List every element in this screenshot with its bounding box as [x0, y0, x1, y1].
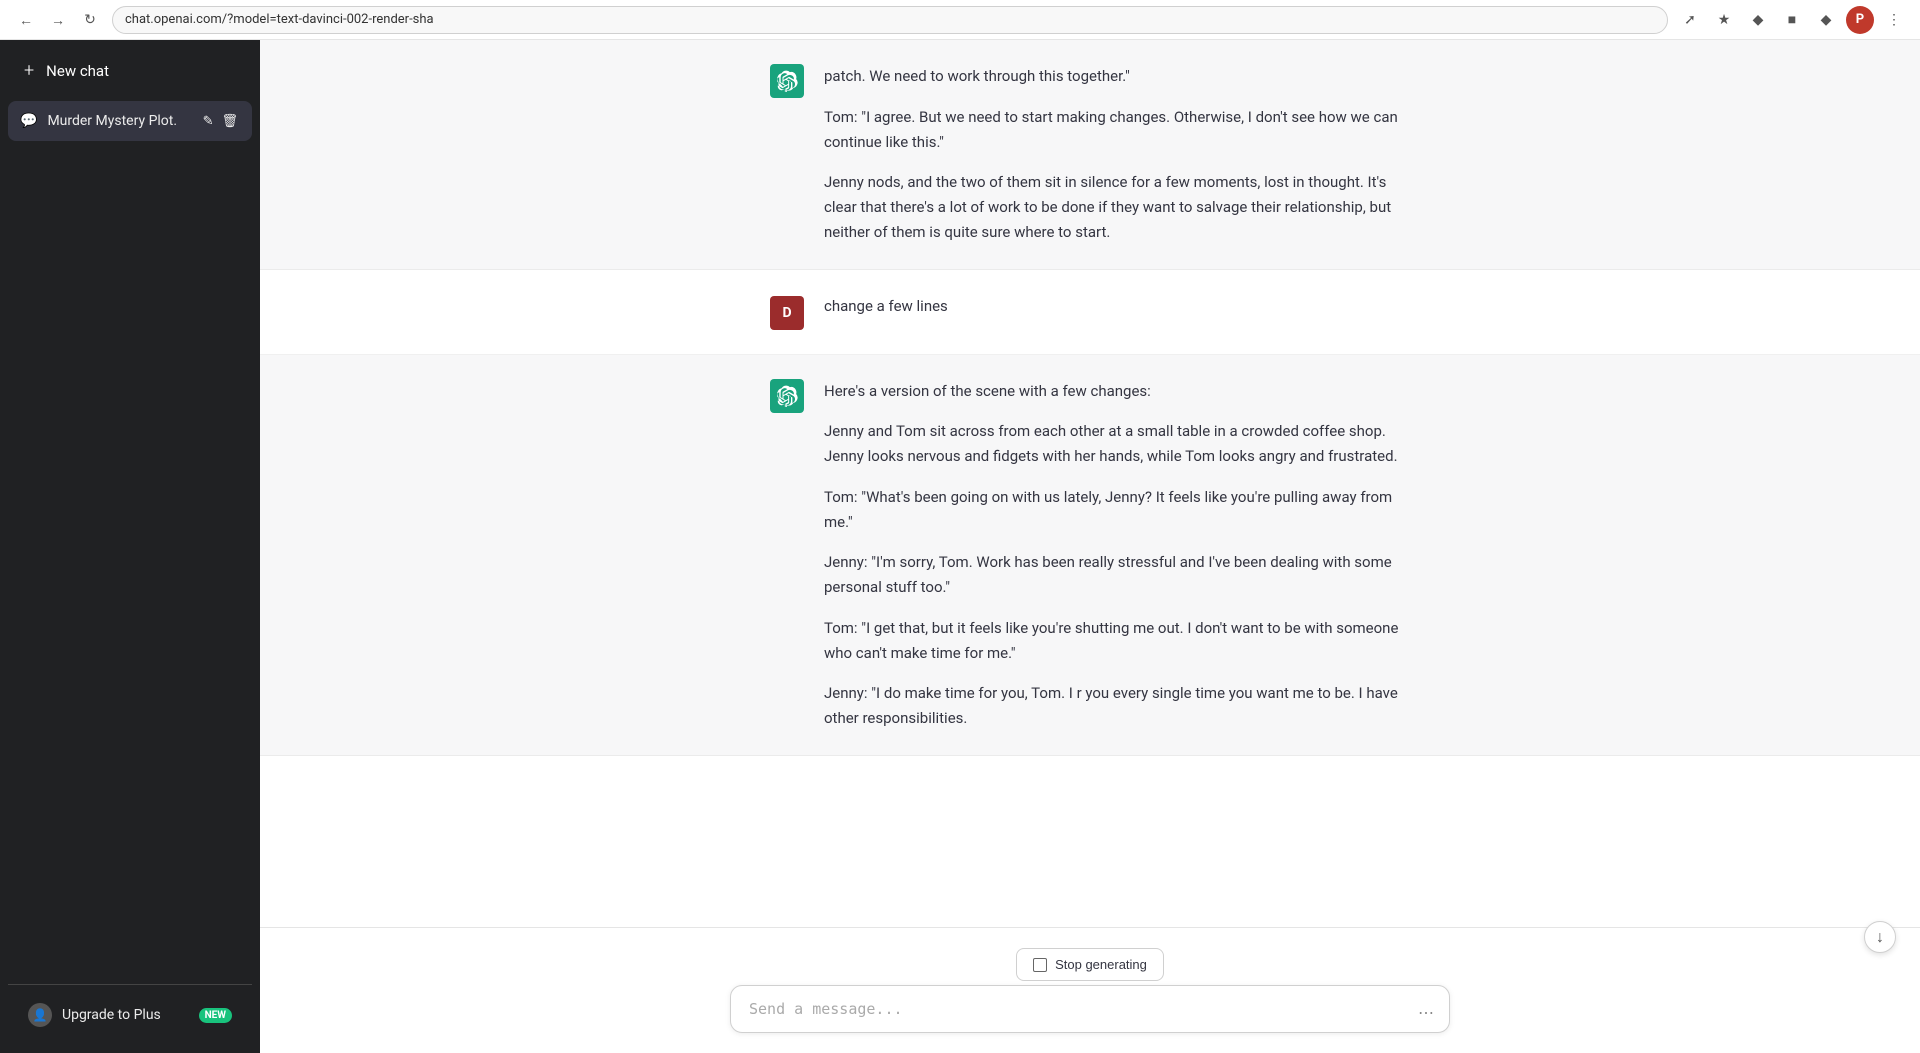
- stop-generating-label: Stop generating: [1055, 957, 1147, 972]
- message-inner-ai-2: Here's a version of the scene with a few…: [730, 379, 1450, 731]
- back-button[interactable]: ←: [12, 6, 40, 34]
- menu-icon[interactable]: ⋮: [1880, 6, 1908, 34]
- messages-container: patch. We need to work through this toge…: [260, 40, 1920, 927]
- profile-avatar[interactable]: P: [1846, 6, 1874, 34]
- ai-para-1-1: patch. We need to work through this toge…: [824, 64, 1410, 89]
- scroll-to-bottom-button[interactable]: ↓: [1864, 921, 1896, 953]
- openai-logo-2: [776, 385, 798, 407]
- user-avatar: D: [770, 296, 804, 330]
- user-message-text: change a few lines: [824, 294, 1410, 319]
- ai2-para-2: Jenny and Tom sit across from each other…: [824, 419, 1410, 469]
- extension2-icon[interactable]: ◆: [1812, 6, 1840, 34]
- message-input[interactable]: [730, 985, 1450, 1033]
- message-block-ai-2: Here's a version of the scene with a few…: [260, 355, 1920, 756]
- ai2-para-6: Jenny: "I do make time for you, Tom. I r…: [824, 681, 1410, 731]
- chat-area-wrapper: patch. We need to work through this toge…: [260, 40, 1920, 1053]
- upgrade-label: Upgrade to Plus: [62, 1007, 161, 1023]
- forward-button[interactable]: →: [44, 6, 72, 34]
- ai-avatar-2: [770, 379, 804, 413]
- chat-item-actions: ✎ 🗑: [201, 111, 240, 131]
- stop-generating-button[interactable]: Stop generating: [1016, 948, 1164, 981]
- share-icon[interactable]: ➚: [1676, 6, 1704, 34]
- user-icon: 👤: [28, 1003, 52, 1027]
- more-options-button[interactable]: ⋯: [1416, 1001, 1436, 1025]
- ai-para-1-3: Jenny nods, and the two of them sit in s…: [824, 170, 1410, 244]
- ai2-para-4: Jenny: "I'm sorry, Tom. Work has been re…: [824, 550, 1410, 600]
- input-container: ⋯: [730, 985, 1450, 1037]
- delete-chat-button[interactable]: 🗑: [219, 111, 240, 131]
- new-badge: NEW: [199, 1008, 232, 1023]
- chat-item-murder-mystery[interactable]: 💬 Murder Mystery Plot. ✎ 🗑: [8, 101, 252, 141]
- extensions-icon[interactable]: ◆: [1744, 6, 1772, 34]
- upgrade-to-plus-button[interactable]: 👤 Upgrade to Plus NEW: [16, 993, 244, 1037]
- input-area: Stop generating ⋯: [260, 927, 1920, 1053]
- ai-para-1-2: Tom: "I agree. But we need to start maki…: [824, 105, 1410, 155]
- input-actions: ⋯: [1416, 1001, 1436, 1025]
- openai-logo: [776, 70, 798, 92]
- stop-checkbox-icon: [1033, 958, 1047, 972]
- puzzle-icon[interactable]: ■: [1778, 6, 1806, 34]
- message-content-ai-2: Here's a version of the scene with a few…: [824, 379, 1410, 731]
- sidebar: + New chat 💬 Murder Mystery Plot. ✎ 🗑 👤 …: [0, 40, 260, 1053]
- new-chat-button[interactable]: + New chat: [8, 48, 252, 93]
- reload-button[interactable]: ↻: [76, 6, 104, 34]
- message-block-user: D change a few lines: [260, 270, 1920, 355]
- ai-avatar-1: [770, 64, 804, 98]
- chat-icon: 💬: [20, 113, 37, 129]
- user-avatar-letter: D: [782, 305, 791, 321]
- message-inner-user: D change a few lines: [730, 294, 1450, 330]
- plus-icon: +: [24, 60, 34, 81]
- topbar-icons: ➚ ★ ◆ ■ ◆ P ⋮: [1676, 6, 1908, 34]
- browser-topbar: ← → ↻ chat.openai.com/?model=text-davinc…: [0, 0, 1920, 40]
- sidebar-bottom: 👤 Upgrade to Plus NEW: [8, 984, 252, 1045]
- message-block-ai-1: patch. We need to work through this toge…: [260, 40, 1920, 270]
- stop-bar: Stop generating: [280, 940, 1900, 985]
- edit-chat-button[interactable]: ✎: [201, 111, 216, 131]
- main-layout: + New chat 💬 Murder Mystery Plot. ✎ 🗑 👤 …: [0, 40, 1920, 1053]
- chat-list: 💬 Murder Mystery Plot. ✎ 🗑: [8, 101, 252, 984]
- ai2-para-3: Tom: "What's been going on with us latel…: [824, 485, 1410, 535]
- address-bar[interactable]: chat.openai.com/?model=text-davinci-002-…: [112, 6, 1668, 34]
- nav-buttons: ← → ↻: [12, 6, 104, 34]
- url-text: chat.openai.com/?model=text-davinci-002-…: [125, 12, 434, 27]
- chat-item-label: Murder Mystery Plot.: [47, 113, 190, 129]
- ai2-para-1: Here's a version of the scene with a few…: [824, 379, 1410, 404]
- chat-area: patch. We need to work through this toge…: [260, 40, 1920, 1053]
- bookmark-icon[interactable]: ★: [1710, 6, 1738, 34]
- new-chat-label: New chat: [46, 62, 109, 80]
- message-content-ai-1: patch. We need to work through this toge…: [824, 64, 1410, 245]
- ai2-para-5: Tom: "I get that, but it feels like you'…: [824, 616, 1410, 666]
- message-inner-ai-1: patch. We need to work through this toge…: [730, 64, 1450, 245]
- message-content-user: change a few lines: [824, 294, 1410, 330]
